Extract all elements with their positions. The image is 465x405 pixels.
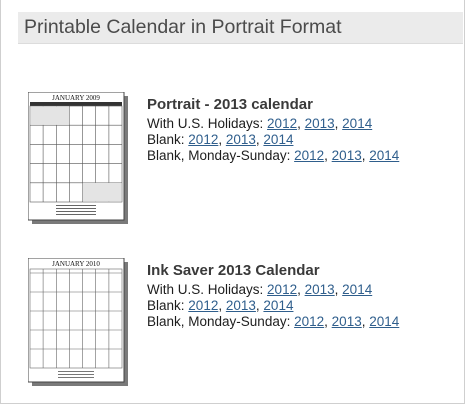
section-title: Portrait - 2013 calendar: [147, 96, 313, 113]
blank-monday-row: Blank, Monday-Sunday: 2012, 2013, 2014: [147, 148, 400, 163]
calendar-thumbnail-image: JANUARY 2009: [27, 91, 128, 224]
calendar-links-ink-saver: Ink Saver 2013 Calendar With U.S. Holida…: [147, 262, 399, 330]
link-2012[interactable]: 2012: [294, 314, 324, 329]
holidays-row: With U.S. Holidays: 2012, 2013, 2014: [147, 282, 373, 297]
calendar-thumbnail-portrait[interactable]: JANUARY 2009: [27, 91, 130, 231]
link-2014[interactable]: 2014: [369, 148, 399, 163]
row-label: Blank, Monday-Sunday:: [147, 148, 291, 163]
link-2012[interactable]: 2012: [188, 132, 218, 147]
link-2012[interactable]: 2012: [188, 298, 218, 313]
link-2013[interactable]: 2013: [332, 148, 362, 163]
section-title: Ink Saver 2013 Calendar: [147, 262, 320, 279]
link-2014[interactable]: 2014: [342, 116, 372, 131]
page-title: Printable Calendar in Portrait Format: [24, 16, 342, 38]
thumbnail-month-label: JANUARY 2010: [52, 260, 100, 268]
link-2014[interactable]: 2014: [342, 282, 372, 297]
row-label: Blank, Monday-Sunday:: [147, 314, 291, 329]
link-2012[interactable]: 2012: [267, 282, 297, 297]
blank-row: Blank: 2012, 2013, 2014: [147, 298, 294, 313]
row-label: With U.S. Holidays:: [147, 282, 264, 297]
calendar-links-portrait: Portrait - 2013 calendar With U.S. Holid…: [147, 96, 399, 164]
row-label: Blank:: [147, 298, 185, 313]
link-2013[interactable]: 2013: [305, 282, 335, 297]
link-2013[interactable]: 2013: [305, 116, 335, 131]
holidays-row: With U.S. Holidays: 2012, 2013, 2014: [147, 116, 373, 131]
page-header: Printable Calendar in Portrait Format: [18, 12, 463, 44]
row-label: Blank:: [147, 132, 185, 147]
blank-monday-row: Blank, Monday-Sunday: 2012, 2013, 2014: [147, 314, 400, 329]
link-2012[interactable]: 2012: [267, 116, 297, 131]
link-2014[interactable]: 2014: [263, 298, 293, 313]
link-2014[interactable]: 2014: [263, 132, 293, 147]
calendar-thumbnail-ink-saver[interactable]: JANUARY 2010: [27, 257, 130, 393]
calendar-thumbnail-image: JANUARY 2010: [27, 257, 128, 386]
link-2013[interactable]: 2013: [226, 132, 256, 147]
link-2012[interactable]: 2012: [294, 148, 324, 163]
thumbnail-month-label: JANUARY 2009: [52, 94, 100, 102]
link-2013[interactable]: 2013: [226, 298, 256, 313]
link-2013[interactable]: 2013: [332, 314, 362, 329]
blank-row: Blank: 2012, 2013, 2014: [147, 132, 294, 147]
row-label: With U.S. Holidays:: [147, 116, 264, 131]
link-2014[interactable]: 2014: [369, 314, 399, 329]
